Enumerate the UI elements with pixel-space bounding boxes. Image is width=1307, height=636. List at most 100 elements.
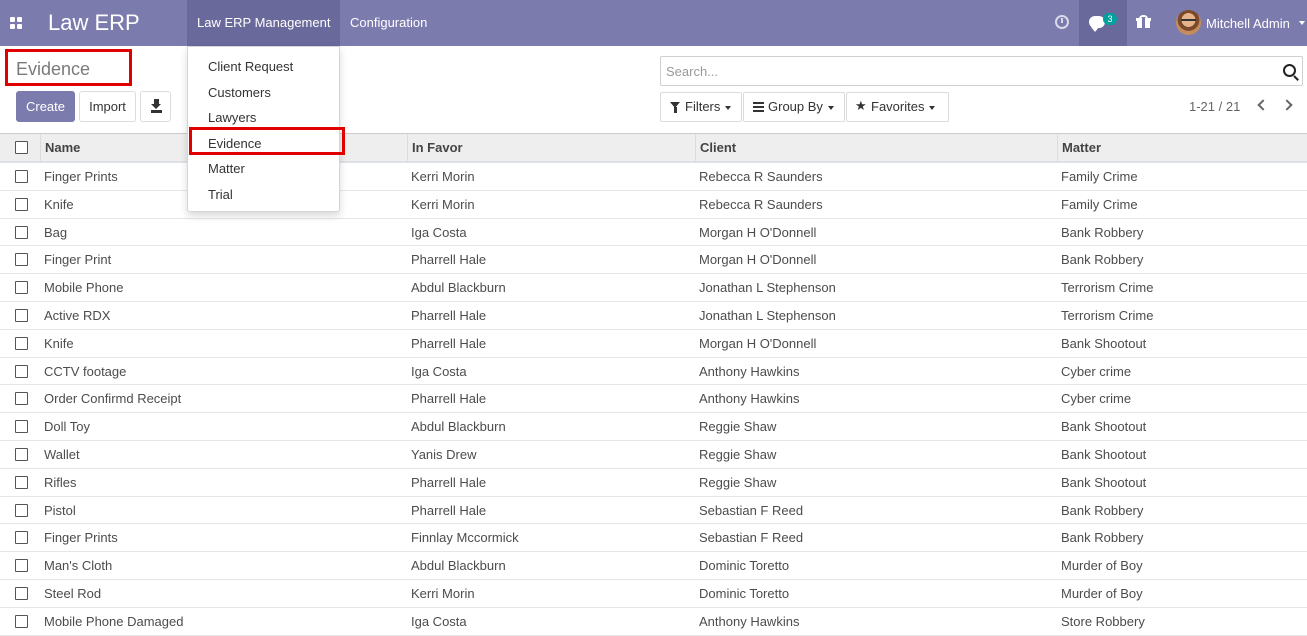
table-row[interactable]: CCTV footage Iga Costa Anthony Hawkins Cybe… [0,357,1307,386]
row-checkbox[interactable] [15,364,28,378]
cell-matter: Bank Shootout [1061,335,1147,351]
cell-client: Rebecca R Saunders [699,196,823,212]
cell-client: Anthony Hawkins [699,391,800,407]
favorites-caret-icon [929,105,936,110]
download-button[interactable] [140,91,171,122]
row-checkbox[interactable] [15,281,28,295]
table-row[interactable]: Steel Rod Kerri Morin Dominic Toretto Murde… [0,579,1307,608]
pager-next-icon[interactable] [1281,99,1293,111]
table-row[interactable]: Finger Print Pharrell Hale Morgan H O'Donn… [0,246,1307,275]
cell-client: Jonathan L Stephenson [699,280,836,296]
cell-name: Mobile Phone [44,280,124,296]
favorites-button[interactable]: ★ Favorites [846,92,949,122]
cell-in-favor: Kerri Morin [411,196,475,212]
search-input[interactable] [666,57,1266,85]
cell-client: Rebecca R Saunders [699,169,823,184]
create-button[interactable]: Create [16,91,75,122]
cell-name: Pistol [44,502,76,518]
cell-matter: Bank Robbery [1061,502,1144,518]
row-checkbox[interactable] [15,197,28,211]
table-row[interactable]: Rifles Pharrell Hale Reggie Shaw Bank Shoot… [0,468,1307,497]
user-name[interactable]: Mitchell Admin [1206,16,1290,31]
row-checkbox[interactable] [15,308,28,322]
pager-value[interactable]: 1-21 / 21 [1189,99,1240,114]
menu-law-erp-management[interactable]: Law ERP Management [187,0,341,46]
row-checkbox[interactable] [15,447,28,461]
row-checkbox[interactable] [15,475,28,489]
user-avatar[interactable] [1176,10,1201,35]
column-header-in-favor[interactable]: In Favor [407,134,695,161]
messaging-menu[interactable]: 3 [1079,0,1127,46]
table-row[interactable]: Finger Prints Finnlay Mccormick Sebastian … [0,524,1307,553]
cell-in-favor: Kerri Morin [411,169,475,184]
cell-in-favor: Iga Costa [411,363,467,379]
cell-name: Wallet [44,446,80,462]
cell-matter: Family Crime [1061,196,1138,212]
cell-name: Man's Cloth [44,558,113,574]
table-row[interactable]: Pistol Pharrell Hale Sebastian F Reed Bank … [0,496,1307,525]
cell-name: Doll Toy [44,419,91,435]
law-erp-management-dropdown: Client Request Customers Lawyers Evidenc… [187,46,345,212]
dropdown-item-customers[interactable]: Customers [208,85,271,100]
table-row[interactable]: Bag Iga Costa Morgan H O'Donnell Bank Robbe… [0,218,1307,247]
chat-count-badge: 3 [1103,13,1117,25]
menu-configuration[interactable]: Configuration [340,0,437,46]
table-row[interactable]: Mobile Phone Abdul Blackburn Jonathan L St… [0,274,1307,302]
table-row[interactable]: Wallet Yanis Drew Reggie Shaw Bank Shootout [0,440,1307,469]
dropdown-item-matter[interactable]: Matter [208,161,245,176]
table-row[interactable]: Man's Cloth Abdul Blackburn Dominic Torett… [0,552,1307,580]
user-menu-caret-icon[interactable] [1299,21,1305,25]
select-all-checkbox[interactable] [15,141,28,154]
cell-in-favor: Pharrell Hale [411,335,487,351]
filters-button[interactable]: Filters [660,92,742,122]
table-row[interactable]: Doll Toy Abdul Blackburn Reggie Shaw Bank S… [0,413,1307,441]
cell-matter: Bank Robbery [1061,224,1144,240]
table-row[interactable]: Active RDX Pharrell Hale Jonathan L Stephe… [0,301,1307,330]
column-header-client[interactable]: Client [695,134,1057,161]
row-checkbox[interactable] [15,225,28,239]
row-checkbox[interactable] [15,392,28,406]
table-row[interactable]: Order Confirmd Receipt Pharrell Hale Antho… [0,385,1307,414]
cell-in-favor: Pharrell Hale [411,474,487,490]
cell-in-favor: Pharrell Hale [411,307,487,323]
dropdown-item-lawyers[interactable]: Lawyers [208,110,256,125]
star-icon: ★ [855,98,867,113]
favorites-label: Favorites [871,99,925,114]
cell-in-favor: Finnlay Mccormick [411,530,519,546]
row-checkbox[interactable] [15,420,28,434]
cell-name: Active RDX [44,307,111,323]
cell-name: Finger Prints [44,169,118,184]
app-brand[interactable]: Law ERP [48,10,140,36]
apps-grid-icon[interactable] [10,17,22,29]
activity-clock-icon[interactable] [1055,15,1069,29]
cell-name: Rifles [44,474,77,490]
row-checkbox[interactable] [15,586,28,600]
row-checkbox[interactable] [15,531,28,545]
import-button[interactable]: Import [79,91,136,122]
cell-in-favor: Abdul Blackburn [411,280,506,296]
row-checkbox[interactable] [15,559,28,573]
row-checkbox[interactable] [15,170,28,183]
row-checkbox[interactable] [15,336,28,350]
search-icon[interactable] [1283,64,1296,77]
group-by-button[interactable]: Group By [743,92,845,122]
cell-client: Dominic Toretto [699,558,790,574]
filters-caret-icon [725,105,732,110]
group-by-caret-icon [827,105,834,110]
gift-icon[interactable] [1136,15,1151,28]
pager-previous-icon[interactable] [1257,99,1269,111]
dropdown-item-client-request[interactable]: Client Request [208,59,293,74]
cell-in-favor: Yanis Drew [411,446,477,462]
column-header-matter[interactable]: Matter [1057,134,1307,161]
dropdown-item-trial[interactable]: Trial [208,187,233,202]
cell-name: Order Confirmd Receipt [44,391,182,407]
row-checkbox[interactable] [15,253,28,267]
row-checkbox[interactable] [15,503,28,517]
table-row[interactable]: Knife Pharrell Hale Morgan H O'Donnell Bank… [0,329,1307,358]
table-row[interactable]: Mobile Phone Damaged Iga Costa Anthony Haw… [0,607,1307,636]
cell-name: Bag [44,224,68,240]
title-highlight-box [5,49,132,86]
row-checkbox[interactable] [15,614,28,628]
cell-in-favor: Abdul Blackburn [411,419,506,435]
cell-matter: Bank Robbery [1061,252,1144,268]
